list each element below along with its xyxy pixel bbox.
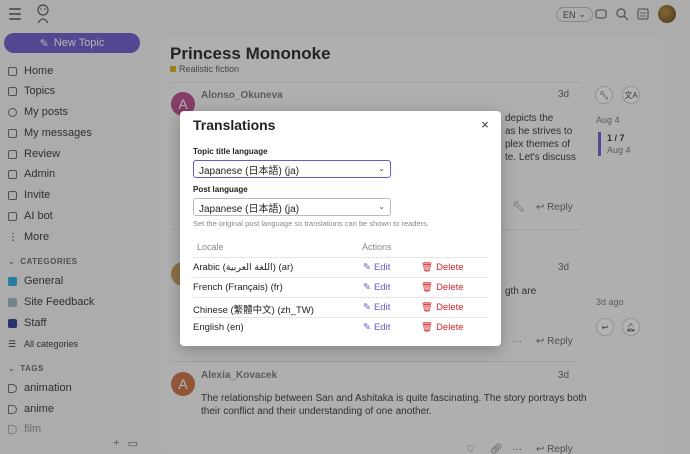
delete-label: Delete [436, 322, 464, 333]
pencil-icon: ✎ [363, 302, 371, 313]
actions-column-header: Actions [362, 242, 392, 252]
delete-button[interactable]: 🗑︎ Delete [421, 322, 464, 333]
modal-title: Translations [193, 117, 276, 133]
trash-icon: 🗑︎ [421, 262, 434, 273]
locale-name: Arabic (اللغة العربية) (ar) [193, 262, 294, 273]
edit-button[interactable]: ✎ Edit [363, 322, 390, 333]
locale-name: English (en) [193, 322, 244, 333]
post-language-help: Set the original post language so transl… [193, 219, 429, 228]
delete-label: Delete [436, 262, 464, 273]
edit-button[interactable]: ✎ Edit [363, 282, 390, 293]
table-row: Chinese (繁體中文) (zh_TW) ✎ Edit 🗑︎ Delete [193, 297, 488, 317]
trash-icon: 🗑︎ [421, 282, 434, 293]
select-value: Japanese (日本語) (ja) [199, 203, 300, 215]
chevron-down-icon: ⌄ [378, 164, 385, 173]
trash-icon: 🗑︎ [421, 322, 434, 333]
locale-name: Chinese (繁體中文) (zh_TW) [193, 305, 314, 316]
delete-button[interactable]: 🗑︎ Delete [421, 282, 464, 293]
locale-column-header: Locale [197, 242, 224, 252]
select-value: Japanese (日本語) (ja) [199, 165, 300, 177]
delete-button[interactable]: 🗑︎ Delete [421, 302, 464, 313]
chevron-down-icon: ⌄ [378, 202, 385, 211]
post-language-select[interactable]: Japanese (日本語) (ja) ⌄ [193, 198, 391, 216]
edit-button[interactable]: ✎ Edit [363, 302, 390, 313]
edit-label: Edit [373, 262, 391, 273]
table-row: Arabic (اللغة العربية) (ar) ✎ Edit 🗑︎ Dele… [193, 257, 488, 277]
trash-icon: 🗑︎ [421, 302, 434, 313]
table-row: French (Français) (fr) ✎ Edit 🗑︎ Delete [193, 277, 488, 297]
close-icon[interactable]: × [479, 118, 491, 131]
post-language-label: Post language [193, 185, 248, 194]
topic-title-language-label: Topic title language [193, 147, 268, 156]
delete-label: Delete [436, 282, 464, 293]
locale-name: French (Français) (fr) [193, 282, 283, 293]
edit-label: Edit [373, 302, 391, 313]
pencil-icon: ✎ [363, 322, 371, 333]
topic-title-language-select[interactable]: Japanese (日本語) (ja) ⌄ [193, 160, 391, 178]
delete-label: Delete [436, 302, 464, 313]
translations-modal: Translations × Topic title language Japa… [180, 111, 501, 346]
edit-label: Edit [373, 322, 391, 333]
delete-button[interactable]: 🗑︎ Delete [421, 262, 464, 273]
edit-label: Edit [373, 282, 391, 293]
pencil-icon: ✎ [363, 282, 371, 293]
edit-button[interactable]: ✎ Edit [363, 262, 390, 273]
table-row: English (en) ✎ Edit 🗑︎ Delete [193, 317, 488, 337]
pencil-icon: ✎ [363, 262, 371, 273]
